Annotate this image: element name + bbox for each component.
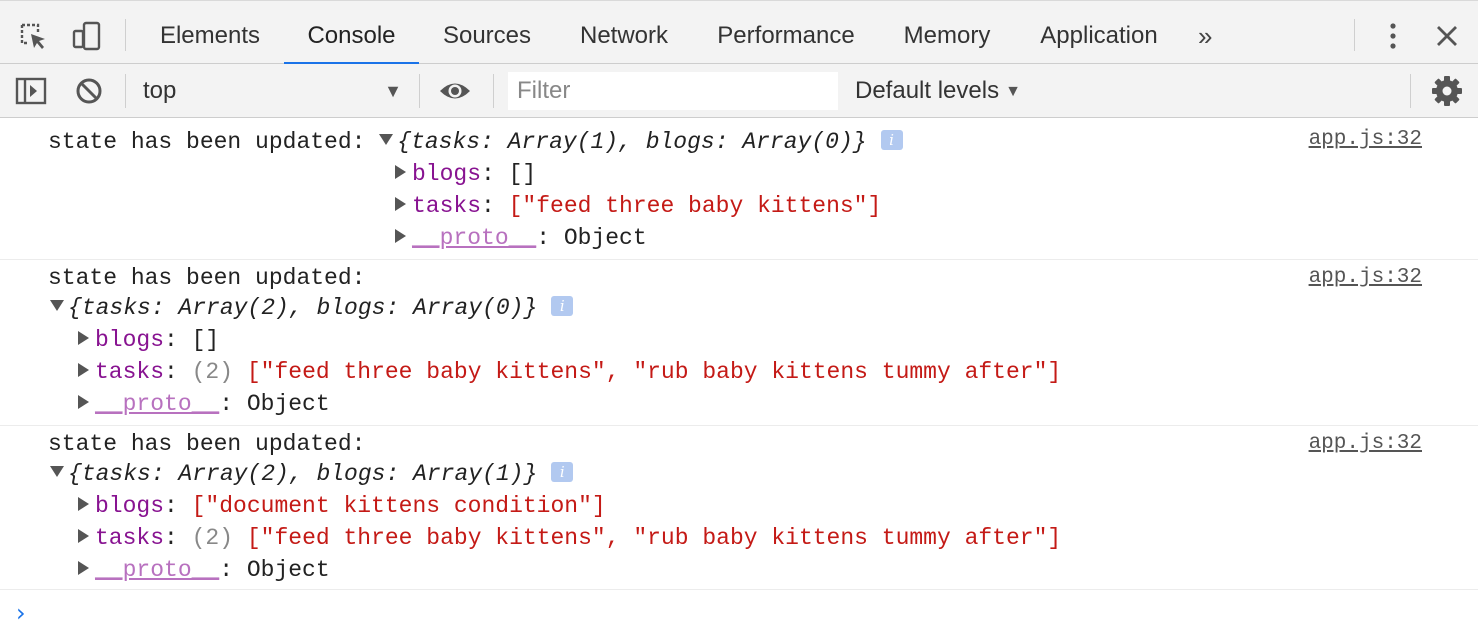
console-output: state has been updated: {tasks: Array(1)… <box>0 118 1478 632</box>
property-value: ["document kittens condition"] <box>191 493 606 519</box>
log-line: state has been updated: {tasks: Array(1)… <box>48 126 903 158</box>
filter-input[interactable] <box>508 72 838 110</box>
property-key: blogs <box>412 161 482 187</box>
tab-memory[interactable]: Memory <box>886 1 1008 64</box>
property-row[interactable]: __proto__: Object <box>78 554 330 586</box>
expand-triangle-icon[interactable] <box>78 362 89 377</box>
tab-elements[interactable]: Elements <box>140 1 280 64</box>
expand-triangle-icon[interactable] <box>395 164 406 179</box>
object-summary-row[interactable]: {tasks: Array(2), blogs: Array(1)} i <box>50 458 574 490</box>
log-levels-label: Default levels <box>855 77 1000 104</box>
show-sidebar-icon[interactable] <box>14 74 48 108</box>
tab-performance[interactable]: Performance <box>698 1 874 64</box>
expand-triangle-icon[interactable] <box>78 330 89 345</box>
property-row[interactable]: blogs: [] <box>395 158 536 190</box>
property-row[interactable]: __proto__: Object <box>395 222 647 254</box>
property-key: tasks <box>95 525 165 551</box>
tab-sources[interactable]: Sources <box>424 1 550 64</box>
expand-triangle-icon[interactable] <box>78 394 89 409</box>
log-text: state has been updated: <box>48 431 366 457</box>
expand-triangle-icon[interactable] <box>395 228 406 243</box>
info-icon[interactable]: i <box>551 461 574 482</box>
settings-gear-icon[interactable] <box>1430 74 1464 108</box>
inspect-element-icon[interactable] <box>16 19 50 53</box>
execution-context-select[interactable]: top ▼ <box>143 75 408 107</box>
dropdown-arrow-icon: ▼ <box>384 81 402 101</box>
object-preview[interactable]: {tasks: Array(1), blogs: Array(0)} <box>397 129 866 155</box>
array-count: (2) <box>191 525 234 551</box>
dropdown-arrow-icon: ▼ <box>1005 83 1021 100</box>
console-message: state has been updated: app.js:32 {tasks… <box>0 426 1478 590</box>
property-key: __proto__ <box>95 557 220 583</box>
tab-application[interactable]: Application <box>1024 1 1174 64</box>
divider <box>1410 74 1411 108</box>
property-value: [] <box>191 327 220 353</box>
log-text: state has been updated: <box>48 129 366 155</box>
object-summary-row[interactable]: {tasks: Array(2), blogs: Array(0)} i <box>50 292 574 324</box>
devtools-tab-bar: Elements Console Sources Network Perform… <box>0 0 1478 65</box>
clear-console-icon[interactable] <box>72 74 106 108</box>
console-toolbar: top ▼ Default levels ▼ <box>0 64 1478 118</box>
info-icon[interactable]: i <box>880 129 903 150</box>
property-row[interactable]: blogs: [] <box>78 324 219 356</box>
property-row[interactable]: tasks: ["feed three baby kittens"] <box>395 190 881 222</box>
expand-triangle-icon[interactable] <box>395 196 406 211</box>
expand-triangle-icon[interactable] <box>379 134 394 146</box>
expand-triangle-icon[interactable] <box>78 560 89 575</box>
property-key: tasks <box>95 359 165 385</box>
property-value: Object <box>246 557 330 583</box>
execution-context-value: top <box>143 77 177 104</box>
property-key: tasks <box>412 193 482 219</box>
tab-console[interactable]: Console <box>284 1 419 65</box>
info-icon[interactable]: i <box>551 295 574 316</box>
property-value: ["feed three baby kittens", "rub baby ki… <box>246 359 1062 385</box>
property-value: ["feed three baby kittens", "rub baby ki… <box>246 525 1062 551</box>
live-expression-eye-icon[interactable] <box>438 74 472 108</box>
tab-network[interactable]: Network <box>560 1 688 64</box>
property-row[interactable]: blogs: ["document kittens condition"] <box>78 490 606 522</box>
property-key: blogs <box>95 493 165 519</box>
expand-triangle-icon[interactable] <box>78 496 89 511</box>
kebab-menu-icon[interactable] <box>1376 19 1410 53</box>
array-count: (2) <box>191 359 234 385</box>
source-link[interactable]: app.js:32 <box>1309 124 1422 156</box>
console-message: state has been updated: {tasks: Array(1)… <box>0 118 1478 260</box>
divider <box>493 74 494 108</box>
property-value: Object <box>563 225 647 251</box>
divider <box>125 19 126 51</box>
more-tabs-button[interactable]: » <box>1198 23 1212 49</box>
object-preview: {tasks: Array(2), blogs: Array(0)} <box>68 295 538 321</box>
divider <box>125 74 126 108</box>
log-text: state has been updated: <box>48 265 366 291</box>
property-key: blogs <box>95 327 165 353</box>
property-key: __proto__ <box>95 391 220 417</box>
source-link[interactable]: app.js:32 <box>1309 428 1422 460</box>
property-row[interactable]: __proto__: Object <box>78 388 330 420</box>
property-row[interactable]: tasks: (2) ["feed three baby kittens", "… <box>78 356 1061 388</box>
property-value: ["feed three baby kittens"] <box>508 193 882 219</box>
log-levels-dropdown[interactable]: Default levels ▼ <box>855 76 1021 107</box>
source-link[interactable]: app.js:32 <box>1309 262 1422 294</box>
expand-triangle-icon[interactable] <box>50 466 64 478</box>
divider <box>1354 19 1355 51</box>
console-prompt[interactable]: › <box>16 599 26 627</box>
device-toolbar-icon[interactable] <box>70 19 104 53</box>
property-row[interactable]: tasks: (2) ["feed three baby kittens", "… <box>78 522 1061 554</box>
property-value: [] <box>508 161 537 187</box>
close-icon[interactable] <box>1430 19 1464 53</box>
expand-triangle-icon[interactable] <box>50 300 64 312</box>
object-preview: {tasks: Array(2), blogs: Array(1)} <box>68 461 538 487</box>
property-key: __proto__ <box>412 225 537 251</box>
property-value: Object <box>246 391 330 417</box>
divider <box>419 74 420 108</box>
expand-triangle-icon[interactable] <box>78 528 89 543</box>
console-message: state has been updated: app.js:32 {tasks… <box>0 260 1478 426</box>
